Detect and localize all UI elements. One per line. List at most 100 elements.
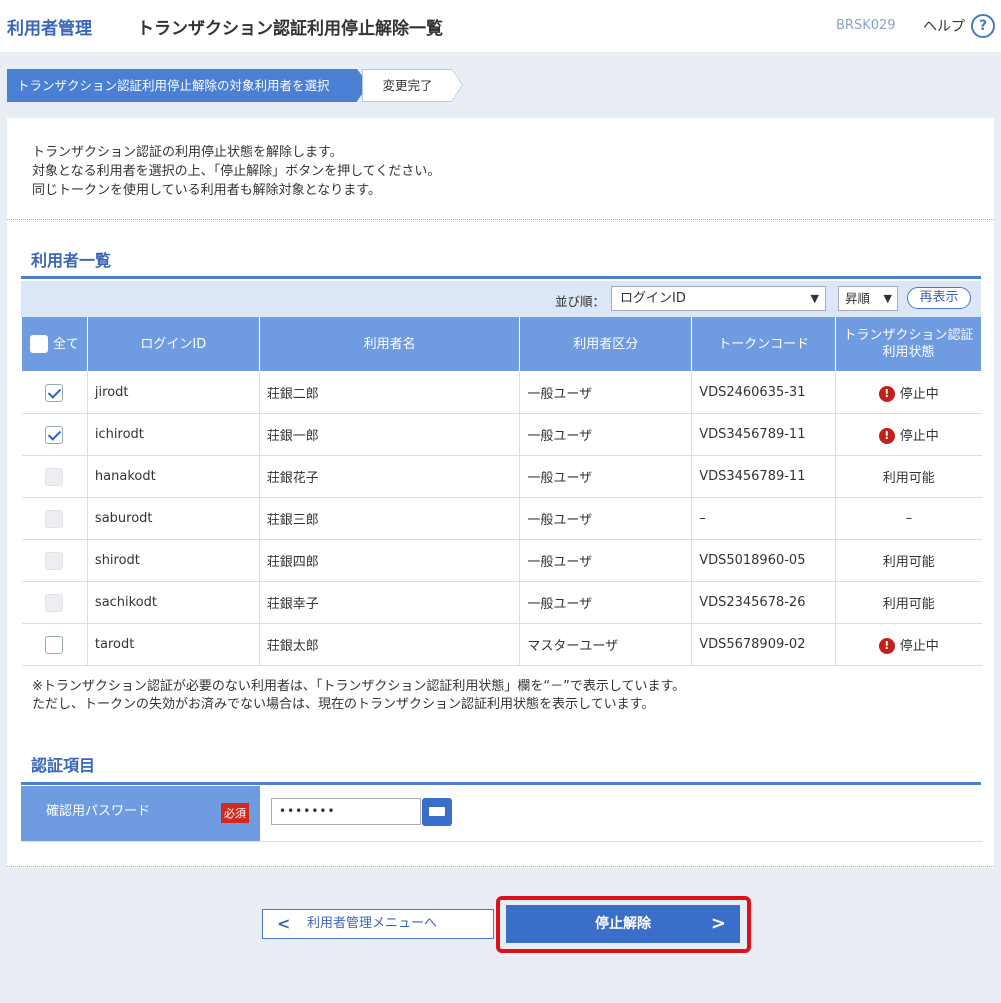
user-table: 全て ログインID 利用者名 利用者区分 トークンコード トランザクション認証利… xyxy=(21,317,982,666)
status-cell: ! 停止中 xyxy=(835,623,982,666)
order-select[interactable]: 昇順 ▼ xyxy=(838,286,898,311)
page-title: トランザクション認証利用停止解除一覧 xyxy=(137,19,443,39)
table-row: hanakodt 荘銀花子 一般ユーザ VDS3456789-11 利用可能 xyxy=(21,455,982,498)
user-name-cell: 荘銀一郎 xyxy=(258,413,520,456)
row-select-cell[interactable] xyxy=(21,371,88,414)
user-type-cell: 一般ユーザ xyxy=(519,581,692,624)
step-next-label: 変更完了 xyxy=(382,78,433,93)
note-line: ただし、トークンの失効がお済みでない場合は、現在のトランザクション認証利用状態を… xyxy=(32,697,655,712)
warning-icon: ! xyxy=(878,386,895,403)
row-checkbox xyxy=(45,593,64,612)
status-cell: ! 停止中 xyxy=(835,413,982,456)
password-label: 確認用パスワード xyxy=(46,804,151,819)
token-code-cell: VDS2345678-26 xyxy=(691,581,836,624)
password-row: 確認用パスワード 必須 ••••••• xyxy=(21,786,982,842)
chevron-down-icon: ▼ xyxy=(883,292,892,305)
status-text: 利用可能 xyxy=(882,597,935,612)
keyboard-icon xyxy=(429,807,445,816)
status-header-line2: 利用状態 xyxy=(882,345,935,360)
column-header-status: トランザクション認証 利用状態 xyxy=(835,317,982,372)
select-all-header[interactable]: 全て xyxy=(21,317,88,372)
intro-line: 対象となる利用者を選択の上、「停止解除」ボタンを押してください。 xyxy=(32,164,441,179)
token-code-cell: VDS3456789-11 xyxy=(691,413,836,456)
user-type-cell: 一般ユーザ xyxy=(519,497,692,540)
token-code-cell: – xyxy=(691,497,836,540)
status-header-line1: トランザクション認証 xyxy=(843,328,974,343)
user-name-cell: 荘銀幸子 xyxy=(258,581,520,624)
row-select-cell xyxy=(21,581,88,624)
user-name-cell: 荘銀太郎 xyxy=(258,623,520,666)
row-checkbox[interactable] xyxy=(45,425,64,444)
user-name-cell: 荘銀三郎 xyxy=(258,497,520,540)
help-link[interactable]: ヘルプ xyxy=(923,16,965,36)
step-current: トランザクション認証利用停止解除の対象利用者を選択 xyxy=(7,69,369,102)
token-code-cell: VDS5018960-05 xyxy=(691,539,836,582)
user-list-title: 利用者一覧 xyxy=(31,251,112,270)
login-id-cell: tarodt xyxy=(86,623,260,666)
section-rule xyxy=(21,276,981,279)
warning-icon: ! xyxy=(878,428,895,445)
login-id-cell: shirodt xyxy=(86,539,260,582)
screen-id: BRSK029 xyxy=(836,18,896,33)
column-header-user-type: 利用者区分 xyxy=(519,317,693,372)
redisplay-button[interactable]: 再表示 xyxy=(907,287,971,309)
password-input[interactable]: ••••••• xyxy=(271,798,421,825)
table-row: jirodt 荘銀二郎 一般ユーザ VDS2460635-31! 停止中 xyxy=(21,371,982,414)
sort-select-value: ログインID xyxy=(620,291,686,306)
chevron-left-icon: < xyxy=(277,914,291,933)
user-name-cell: 荘銀四郎 xyxy=(258,539,520,582)
note-text: ※トランザクション認証が必要のない利用者は、「トランザクション認証利用状態」欄を… xyxy=(32,678,685,714)
table-row: shirodt 荘銀四郎 一般ユーザ VDS5018960-05 利用可能 xyxy=(21,539,982,582)
row-select-cell xyxy=(21,539,88,582)
column-header-user-name: 利用者名 xyxy=(258,317,521,372)
table-row: sachikodt 荘銀幸子 一般ユーザ VDS2345678-26 利用可能 xyxy=(21,581,982,624)
select-all-checkbox[interactable] xyxy=(29,335,48,353)
status-text: 利用可能 xyxy=(882,555,935,570)
sort-select[interactable]: ログインID ▼ xyxy=(611,286,826,311)
row-checkbox[interactable] xyxy=(45,383,64,402)
user-type-cell: マスターユーザ xyxy=(519,623,692,666)
section-rule xyxy=(21,782,981,785)
status-cell: 利用可能 xyxy=(835,581,982,624)
release-button[interactable]: 停止解除 > xyxy=(506,905,740,943)
note-line: ※トランザクション認証が必要のない利用者は、「トランザクション認証利用状態」欄を… xyxy=(32,679,686,694)
status-text: 停止中 xyxy=(899,386,939,402)
back-to-menu-label: 利用者管理メニューへ xyxy=(307,916,438,931)
user-type-cell: 一般ユーザ xyxy=(519,539,692,582)
user-name-cell: 荘銀二郎 xyxy=(258,371,520,414)
login-id-cell: jirodt xyxy=(86,371,260,414)
row-checkbox[interactable] xyxy=(45,635,64,654)
sort-label: 並び順： xyxy=(555,294,606,309)
status-cell: – xyxy=(835,497,982,540)
auth-section-title: 認証項目 xyxy=(31,756,96,775)
status-text: 利用可能 xyxy=(882,471,935,486)
release-button-label: 停止解除 xyxy=(595,916,651,932)
back-to-menu-button[interactable]: < 利用者管理メニューへ xyxy=(262,909,494,939)
select-all-label: 全て xyxy=(52,336,79,352)
row-select-cell[interactable] xyxy=(21,623,88,666)
top-header: 利用者管理 トランザクション認証利用停止解除一覧 BRSK029 ヘルプ ? xyxy=(0,0,1001,52)
help-icon[interactable]: ? xyxy=(971,14,995,38)
status-cell: 利用可能 xyxy=(835,455,982,498)
login-id-cell: hanakodt xyxy=(86,455,260,498)
required-badge: 必須 xyxy=(221,803,249,823)
row-checkbox xyxy=(45,551,64,570)
user-type-cell: 一般ユーザ xyxy=(519,413,692,456)
software-keyboard-button[interactable] xyxy=(422,798,452,826)
main-panel: トランザクション認証の利用停止状態を解除します。 対象となる利用者を選択の上、「… xyxy=(7,118,994,868)
login-id-cell: ichirodt xyxy=(86,413,260,456)
app-title: 利用者管理 xyxy=(7,19,92,39)
column-header-token-code: トークンコード xyxy=(691,317,837,372)
user-name-cell: 荘銀花子 xyxy=(258,455,520,498)
row-checkbox xyxy=(45,467,64,486)
sort-bar: 並び順： ログインID ▼ 昇順 ▼ 再表示 xyxy=(21,281,981,317)
status-text: 停止中 xyxy=(899,428,939,444)
row-select-cell[interactable] xyxy=(21,413,88,456)
status-cell: 利用可能 xyxy=(835,539,982,582)
token-code-cell: VDS3456789-11 xyxy=(691,455,836,498)
table-row: saburodt 荘銀三郎 一般ユーザ – – xyxy=(21,497,982,540)
status-text: 停止中 xyxy=(899,638,939,654)
order-select-value: 昇順 xyxy=(845,291,871,306)
status-cell: ! 停止中 xyxy=(835,371,982,414)
step-next: 変更完了 xyxy=(362,69,463,102)
